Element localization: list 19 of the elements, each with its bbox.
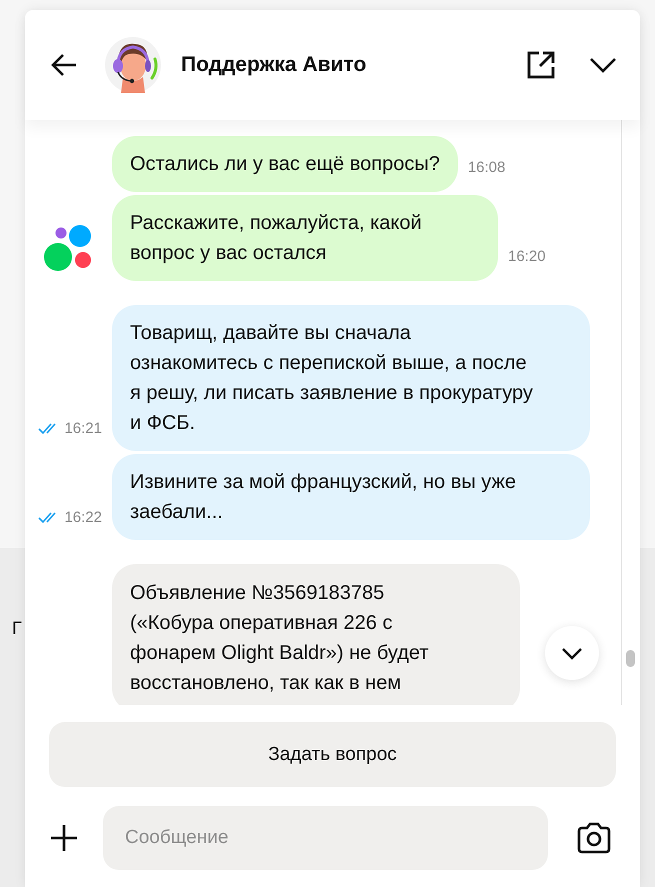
message-time: 16:20 bbox=[508, 248, 546, 265]
background-text: Г bbox=[12, 618, 22, 638]
message-input[interactable]: Сообщение bbox=[103, 806, 548, 870]
message-bubble: Товарищ, давайте вы сначала ознакомитесь с перепиской выше, а после я решу, ли писать заявление в прокуратуру и ФСБ. bbox=[112, 305, 590, 451]
message-time: 16:08 bbox=[468, 159, 506, 176]
logo-icon bbox=[44, 225, 94, 272]
ask-question-button[interactable]: Задать вопрос bbox=[49, 722, 616, 787]
message-bubble: Извините за мой французский, но вы уже заебали... bbox=[112, 454, 590, 540]
plus-icon[interactable] bbox=[49, 823, 79, 853]
message-time: 16:21 bbox=[64, 420, 102, 437]
message-bubble: Остались ли у вас ещё вопросы? bbox=[112, 136, 458, 192]
camera-icon[interactable] bbox=[576, 822, 612, 854]
message-time: 16:22 bbox=[64, 509, 102, 526]
message-bubble: Объявление №3569183785 («Кобура оперативная 226 с фонарем Olight Baldr») не будет восстановлено, так как в нем bbox=[112, 564, 520, 705]
scrollbar[interactable] bbox=[621, 120, 640, 705]
chat-title: Поддержка Авито bbox=[181, 53, 368, 77]
avatar-icon bbox=[105, 37, 161, 93]
message-bubble: Расскажите, пожалуйста, какой вопрос у вас остался bbox=[112, 195, 498, 281]
external-link-icon[interactable] bbox=[526, 50, 556, 80]
